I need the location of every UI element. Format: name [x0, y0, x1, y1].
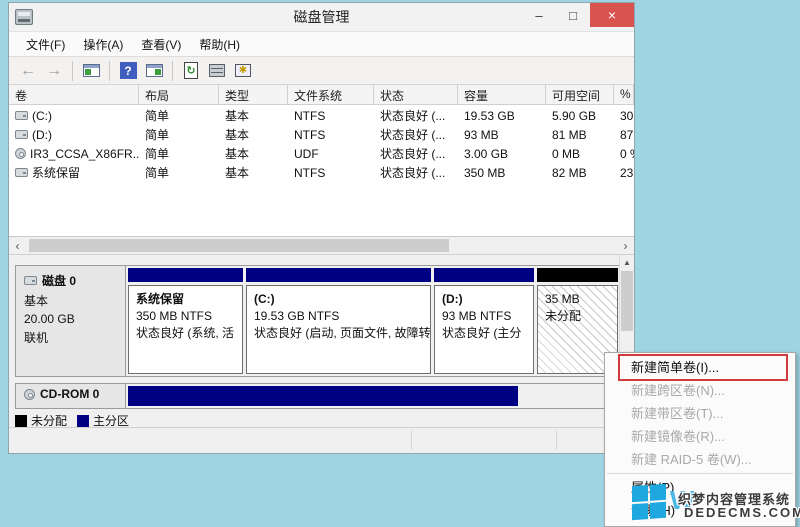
maximize-button[interactable]: □ [556, 3, 590, 27]
disk-icon [24, 276, 37, 285]
scroll-right-icon[interactable]: › [617, 237, 634, 254]
scrollbar-thumb[interactable] [29, 239, 449, 252]
menu-item-new-mirrored-volume[interactable]: 新建镜像卷(R)... [605, 425, 795, 448]
partition-d[interactable]: (D:) 93 MB NTFS 状态良好 (主分 [434, 268, 534, 374]
cd-icon [24, 389, 35, 400]
close-button[interactable]: × [590, 3, 634, 27]
volume-list: 卷 布局 类型 文件系统 状态 容量 可用空间 % (C:) 简单 基本 NTF… [9, 85, 634, 237]
disk0-label-panel[interactable]: 磁盘 0 基本 20.00 GB 联机 [16, 266, 126, 376]
col-percent[interactable]: % [614, 85, 634, 104]
toolbar-separator [172, 61, 173, 81]
disk0-row: 磁盘 0 基本 20.00 GB 联机 系统保留 350 MB NTFS 状态良… [15, 265, 621, 377]
menu-item-new-raid5-volume[interactable]: 新建 RAID-5 卷(W)... [605, 448, 795, 471]
toolbar-separator [72, 61, 73, 81]
show-console-tree-icon[interactable] [80, 60, 102, 82]
volume-table-header: 卷 布局 类型 文件系统 状态 容量 可用空间 % [9, 85, 634, 105]
partition-c[interactable]: (C:) 19.53 GB NTFS 状态良好 (启动, 页面文件, 故障转储 [246, 268, 431, 374]
primary-partition-strip [434, 268, 534, 282]
watermark: W 织梦内容管理系统 DEDECMS.COM [626, 483, 800, 527]
menu-separator [607, 473, 793, 474]
cdrom-row: CD-ROM 0 [15, 383, 621, 409]
primary-partition-swatch [77, 415, 89, 427]
table-row[interactable]: (D:) 简单 基本 NTFS 状态良好 (... 93 MB 81 MB 87… [9, 124, 634, 143]
status-bar [9, 427, 634, 453]
disk0-partitions: 系统保留 350 MB NTFS 状态良好 (系统, 活 (C:) 19.53 … [126, 266, 620, 376]
unallocated-swatch [15, 415, 27, 427]
primary-partition-strip [246, 268, 431, 282]
table-row[interactable]: 系统保留 简单 基本 NTFS 状态良好 (... 350 MB 82 MB 2… [9, 162, 634, 181]
scrollbar-thumb[interactable] [621, 271, 633, 331]
col-type[interactable]: 类型 [219, 85, 288, 104]
manage-icon[interactable]: ✱ [232, 60, 254, 82]
toolbar-separator [109, 61, 110, 81]
scroll-left-icon[interactable]: ‹ [9, 237, 26, 254]
cdrom-label-panel[interactable]: CD-ROM 0 [16, 384, 126, 408]
partition-system-reserved[interactable]: 系统保留 350 MB NTFS 状态良好 (系统, 活 [128, 268, 243, 374]
disk-management-window: 磁盘管理 – □ × 文件(F) 操作(A) 查看(V) 帮助(H) ← → ?… [8, 2, 635, 454]
menu-action[interactable]: 操作(A) [74, 32, 132, 57]
back-arrow-icon[interactable]: ← [17, 60, 39, 82]
disk0-size: 20.00 GB [24, 312, 125, 326]
table-row[interactable]: IR3_CCSA_X86FR... 简单 基本 UDF 状态良好 (... 3.… [9, 143, 634, 162]
col-filesystem[interactable]: 文件系统 [288, 85, 374, 104]
col-volume[interactable]: 卷 [9, 85, 139, 104]
disk0-status: 联机 [24, 329, 125, 346]
toolbar: ← → ? ↻ ✱ [9, 57, 634, 85]
scroll-up-icon[interactable]: ▲ [620, 255, 634, 270]
menu-item-new-striped-volume[interactable]: 新建带区卷(T)... [605, 402, 795, 425]
cdrom-media-bar[interactable] [128, 386, 518, 406]
menu-bar: 文件(F) 操作(A) 查看(V) 帮助(H) [9, 31, 634, 57]
primary-partition-strip [128, 268, 243, 282]
windows-flag-icon [632, 484, 666, 520]
col-status[interactable]: 状态 [374, 85, 458, 104]
partition-legend: 未分配 主分区 [15, 412, 129, 427]
menu-help[interactable]: 帮助(H) [190, 32, 249, 57]
drive-icon [15, 130, 28, 139]
unallocated-strip [537, 268, 618, 282]
legend-primary-partition: 主分区 [77, 412, 129, 427]
title-bar: 磁盘管理 – □ × [9, 3, 634, 31]
window-controls: – □ × [522, 3, 634, 27]
statusbar-divider [411, 431, 412, 450]
refresh-icon[interactable]: ↻ [180, 60, 202, 82]
menu-view[interactable]: 查看(V) [132, 32, 190, 57]
col-free-space[interactable]: 可用空间 [546, 85, 614, 104]
statusbar-divider [556, 431, 557, 450]
legend-unallocated: 未分配 [15, 412, 67, 427]
properties-icon[interactable] [206, 60, 228, 82]
help-icon[interactable]: ? [117, 60, 139, 82]
show-action-pane-icon[interactable] [143, 60, 165, 82]
menu-file[interactable]: 文件(F) [17, 32, 74, 57]
disk0-type: 基本 [24, 292, 125, 309]
menu-item-new-simple-volume[interactable]: 新建简单卷(I)... [605, 356, 795, 379]
forward-arrow-icon[interactable]: → [43, 60, 65, 82]
drive-icon [15, 168, 28, 177]
graphical-view: 磁盘 0 基本 20.00 GB 联机 系统保留 350 MB NTFS 状态良… [9, 255, 634, 427]
table-row[interactable]: (C:) 简单 基本 NTFS 状态良好 (... 19.53 GB 5.90 … [9, 105, 634, 124]
minimize-button[interactable]: – [522, 3, 556, 27]
horizontal-scrollbar[interactable]: ‹ › [9, 237, 634, 255]
watermark-line2: DEDECMS.COM [684, 505, 800, 520]
menu-item-new-spanned-volume[interactable]: 新建跨区卷(N)... [605, 379, 795, 402]
cd-icon [15, 148, 26, 159]
col-layout[interactable]: 布局 [139, 85, 219, 104]
col-capacity[interactable]: 容量 [458, 85, 546, 104]
drive-icon [15, 111, 28, 120]
